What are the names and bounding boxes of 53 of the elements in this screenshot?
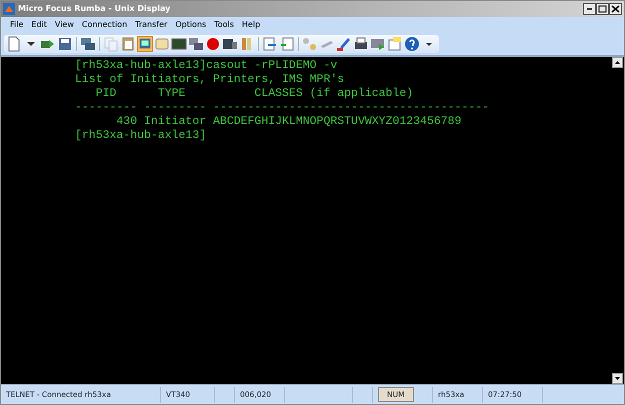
record-icon [205,36,221,52]
screens-button[interactable] [80,36,96,52]
terminal-line: --------- --------- ---------------------------------------- [75,101,490,115]
minimize-icon [587,8,592,10]
pen-button[interactable] [336,36,352,52]
menu-item[interactable]: Tools [210,19,238,31]
terminal-line: List of Initiators, Printers, IMS MPR's [75,73,346,87]
windows-icon [188,36,204,52]
save-icon [57,36,73,52]
pen-icon [336,36,352,52]
terminal-line: [rh53xa-hub-axle13] [75,129,208,143]
terminal-line: [rh53xa-hub-axle13]casout -rPLIDEMO -v [75,59,338,73]
copy-icon [103,36,119,52]
monitor-button[interactable] [171,36,187,52]
menu-item[interactable]: Help [238,19,264,31]
save-button[interactable] [57,36,73,52]
menu-item[interactable]: Connection [78,19,132,31]
note-icon [387,36,403,52]
clipboard-icon [120,36,136,52]
page-button[interactable] [6,36,22,52]
monitor-icon [171,36,187,52]
menu-item[interactable]: Transfer [131,19,172,31]
windows-button[interactable] [188,36,204,52]
printer-icon [353,36,369,52]
up-arrow-icon [615,61,620,64]
help-button[interactable] [404,36,420,52]
overflow-icon [426,42,432,46]
menu-item[interactable]: Edit [27,19,51,31]
clipboard-button[interactable] [120,36,136,52]
page-icon [6,36,22,52]
scroll-up-button[interactable] [612,57,623,68]
screen-play-icon [370,36,386,52]
record-button[interactable] [205,36,221,52]
menu-item[interactable]: File [6,19,28,31]
scroll-down-button[interactable] [612,373,623,384]
close-icon [611,5,620,13]
close-button[interactable] [609,3,622,15]
caret-icon [27,42,35,46]
note-button[interactable] [387,36,403,52]
app-icon [3,3,15,15]
window-title: Micro Focus Rumba - Unix Display [18,3,170,15]
maximize-icon [598,5,607,13]
terminal-line: 430 Initiator ABCDEFGHIJKLMNOPQRSTUVWXYZ0123456789 [115,115,462,129]
minimize-button[interactable] [583,3,596,15]
menu-item[interactable]: View [50,19,78,31]
screens-icon [80,36,96,52]
down-arrow-icon [615,377,620,380]
terminal-line: PID TYPE CLASSES (if applicable) [94,87,414,101]
printer-button[interactable] [353,36,369,52]
menu-item[interactable]: Options [171,19,210,31]
terminal-button[interactable] [137,36,153,52]
help-icon [404,36,420,52]
maximize-button[interactable] [596,3,609,15]
